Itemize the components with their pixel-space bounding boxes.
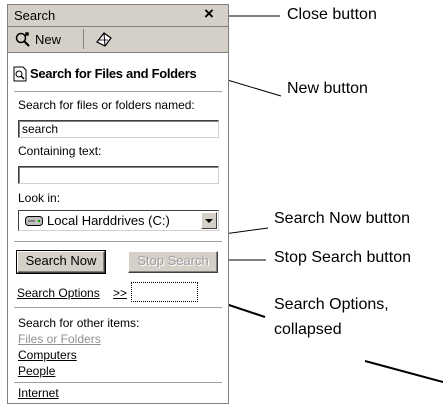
search-now-callout: Search Now button [274,210,411,227]
computers-link[interactable]: Computers [18,348,77,362]
search-options-collapsed-area [131,282,198,302]
new-search-icon [15,32,30,47]
search-header: Search for Files and Folders [8,63,228,85]
divider [14,382,222,383]
stop-search-button[interactable]: Stop Search [128,251,218,273]
search-document-icon [13,66,27,82]
stop-search-callout: Stop Search button [274,249,411,266]
options-callout-line2: collapsed [274,321,342,338]
named-input[interactable]: search [18,120,219,138]
look-in-value: Local Harddrives (C:) [47,213,170,228]
people-link[interactable]: People [18,364,55,378]
close-button[interactable]: × [204,4,214,24]
close-callout: Close button [287,6,377,23]
dropdown-arrow-icon[interactable] [201,212,217,229]
look-in-label: Look in: [18,191,61,205]
new-button[interactable]: New [11,29,84,49]
panel-toolbar: New [8,27,228,53]
search-options-link[interactable]: Search Options [17,286,100,300]
search-panel: Search × New Search for Files and Folder… [7,4,229,404]
containing-input[interactable] [18,166,219,184]
divider [14,307,222,308]
panel-titlebar: Search × [8,4,228,27]
header-title: Search for Files and Folders [30,66,197,81]
look-in-select[interactable]: Local Harddrives (C:) [18,210,219,231]
new-callout: New button [287,80,368,97]
files-or-folders-link[interactable]: Files or Folders [18,332,101,346]
collapsed-leader-line [364,360,443,383]
harddrive-icon [25,216,43,226]
search-options-chevron[interactable]: >> [113,286,127,300]
panel-title: Search [14,8,56,23]
internet-link[interactable]: Internet [18,386,59,400]
options-callout-line1: Search Options, [274,296,389,313]
assistant-icon[interactable] [94,30,114,48]
divider [14,241,222,242]
new-button-label: New [35,32,62,47]
search-now-button[interactable]: Search Now [16,250,106,274]
named-label: Search for files or folders named: [18,98,195,112]
divider [14,91,222,92]
other-items-label: Search for other items: [18,316,140,330]
containing-label: Containing text: [18,144,102,158]
